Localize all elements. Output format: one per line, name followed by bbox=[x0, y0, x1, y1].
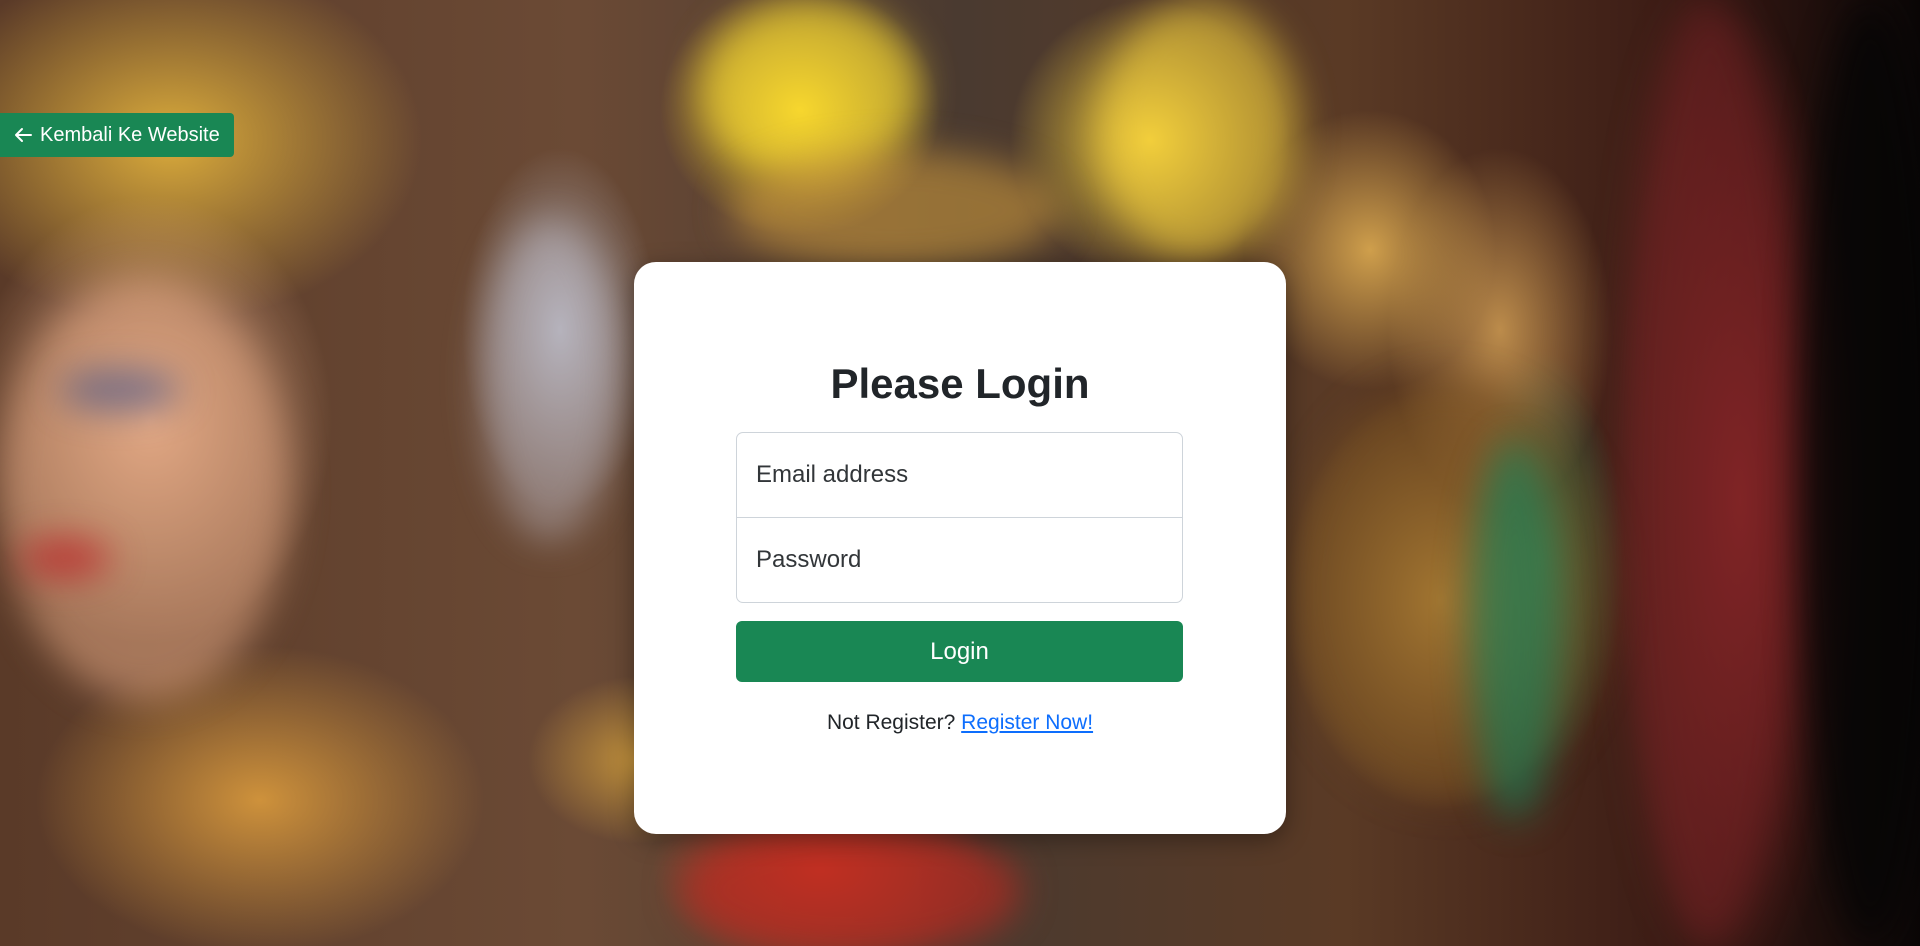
login-page: Kembali Ke Website Please Login Login No… bbox=[0, 0, 1920, 946]
background-shape bbox=[1290, 380, 1610, 800]
login-form bbox=[736, 432, 1183, 603]
background-shape bbox=[1800, 0, 1920, 946]
login-button[interactable]: Login bbox=[736, 621, 1183, 682]
background-shape bbox=[20, 540, 110, 576]
register-prompt: Not Register? Register Now! bbox=[0, 710, 1920, 736]
back-to-website-button[interactable]: Kembali Ke Website bbox=[0, 113, 234, 157]
page-title: Please Login bbox=[830, 360, 1090, 407]
background-shape bbox=[1470, 440, 1560, 820]
background-shape bbox=[1100, 0, 1300, 260]
back-to-website-label: Kembali Ke Website bbox=[40, 123, 220, 146]
background-shape bbox=[730, 150, 1060, 270]
password-field[interactable] bbox=[736, 517, 1183, 603]
email-field[interactable] bbox=[736, 432, 1183, 518]
arrow-left-icon bbox=[12, 124, 34, 146]
background-shape bbox=[1620, 0, 1800, 946]
register-link[interactable]: Register Now! bbox=[961, 711, 1093, 734]
register-prompt-text: Not Register? bbox=[826, 711, 956, 734]
background-shape bbox=[680, 820, 1020, 946]
background-shape bbox=[0, 280, 290, 700]
